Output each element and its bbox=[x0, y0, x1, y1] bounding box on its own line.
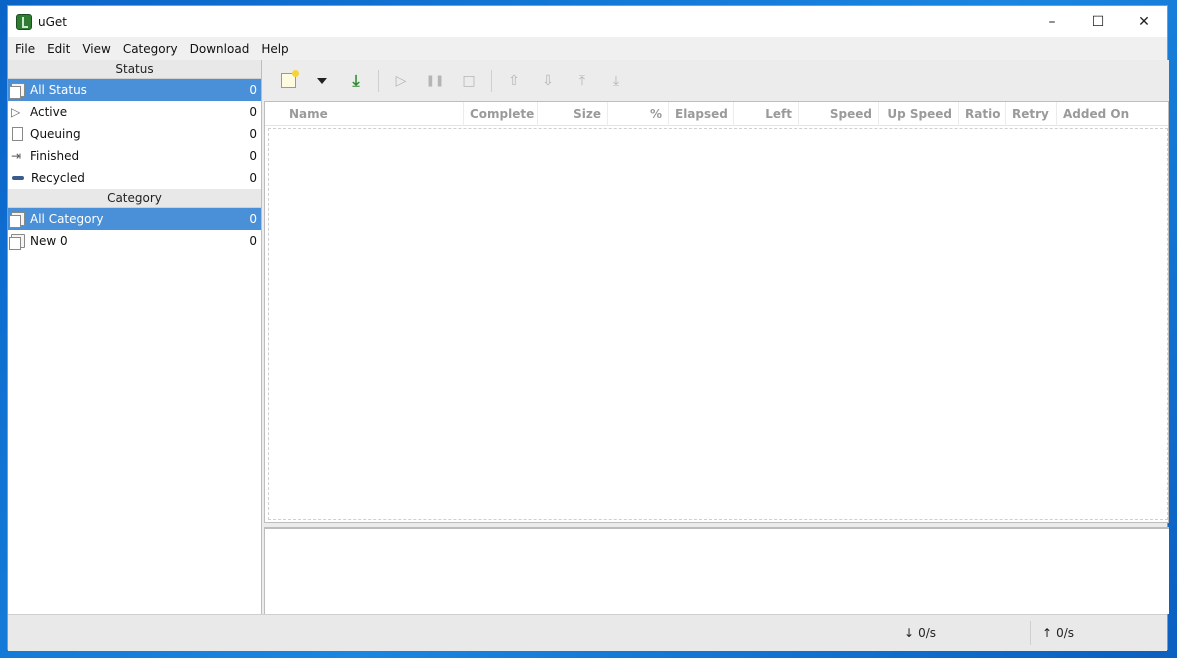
properties-button[interactable]: □ bbox=[455, 67, 483, 95]
status-item-label: All Status bbox=[30, 83, 87, 97]
toolbar-separator bbox=[491, 69, 492, 92]
status-item-recycled[interactable]: Recycled 0 bbox=[8, 167, 261, 189]
status-item-count: 0 bbox=[249, 83, 257, 97]
move-bottom-button[interactable]: ⤓ bbox=[602, 67, 630, 95]
menu-file[interactable]: File bbox=[9, 42, 41, 56]
status-item-queuing[interactable]: Queuing 0 bbox=[8, 123, 261, 145]
new-menu-dropdown-button[interactable] bbox=[308, 67, 336, 95]
download-speed-value: 0/s bbox=[918, 626, 936, 640]
app-window: uGet – ☐ ✕ File Edit View Category Downl… bbox=[7, 5, 1169, 651]
column-header-retry[interactable]: Retry bbox=[1006, 101, 1057, 126]
recycled-icon bbox=[12, 176, 24, 180]
active-icon: ▷ bbox=[11, 105, 21, 119]
column-header-added-on[interactable]: Added On bbox=[1057, 102, 1147, 126]
window-controls: – ☐ ✕ bbox=[1029, 6, 1167, 37]
upload-speed-value: 0/s bbox=[1056, 626, 1074, 640]
category-item-count: 0 bbox=[249, 234, 257, 248]
toolbar: ⤓ ▷ ❚❚ □ ⇧ ⇩ ⤒ ⤓ bbox=[264, 60, 1169, 101]
detail-panel bbox=[264, 527, 1169, 614]
status-separator bbox=[1030, 621, 1031, 645]
category-item-new-0[interactable]: New 0 0 bbox=[8, 230, 261, 252]
category-item-all[interactable]: All Category 0 bbox=[8, 208, 261, 230]
new-file-icon bbox=[280, 70, 299, 88]
start-button[interactable]: ▷ bbox=[387, 67, 415, 95]
list-header: Name Complete Size % Elapsed Left Speed … bbox=[265, 101, 1168, 126]
menu-download[interactable]: Download bbox=[184, 42, 256, 56]
column-header-complete[interactable]: Complete bbox=[464, 101, 538, 126]
pause-icon: ❚❚ bbox=[425, 74, 445, 87]
status-item-all[interactable]: All Status 0 bbox=[8, 79, 261, 101]
menu-bar: File Edit View Category Download Help bbox=[8, 37, 1167, 60]
download-speed: ↓ 0/s bbox=[904, 626, 936, 640]
move-to-bottom-icon: ⤓ bbox=[612, 72, 620, 89]
close-button[interactable]: ✕ bbox=[1121, 6, 1167, 37]
column-header-ratio[interactable]: Ratio bbox=[959, 101, 1006, 126]
title-bar: uGet – ☐ ✕ bbox=[8, 6, 1167, 37]
move-to-top-icon: ⤒ bbox=[578, 72, 586, 89]
column-header-elapsed[interactable]: Elapsed bbox=[669, 101, 734, 126]
status-item-label: Finished bbox=[30, 149, 80, 163]
new-download-button[interactable] bbox=[274, 67, 302, 95]
status-item-count: 0 bbox=[249, 149, 257, 163]
main-area: ⤓ ▷ ❚❚ □ ⇧ ⇩ ⤒ ⤓ Name Complete Size % El… bbox=[264, 60, 1169, 614]
status-section-header: Status bbox=[8, 60, 261, 79]
all-category-icon bbox=[9, 212, 25, 228]
menu-category[interactable]: Category bbox=[117, 42, 184, 56]
column-header-left[interactable]: Left bbox=[734, 101, 799, 126]
status-item-label: Recycled bbox=[31, 171, 85, 185]
move-up-button[interactable]: ⇧ bbox=[500, 67, 528, 95]
maximize-button[interactable]: ☐ bbox=[1075, 6, 1121, 37]
properties-icon: □ bbox=[462, 72, 476, 89]
menu-edit[interactable]: Edit bbox=[41, 42, 76, 56]
column-header-speed[interactable]: Speed bbox=[799, 101, 879, 126]
category-item-label: All Category bbox=[30, 212, 104, 226]
minimize-button[interactable]: – bbox=[1029, 6, 1075, 37]
move-down-button[interactable]: ⇩ bbox=[534, 67, 562, 95]
category-item-count: 0 bbox=[249, 212, 257, 226]
status-item-label: Queuing bbox=[30, 127, 81, 141]
column-header-size[interactable]: Size bbox=[538, 101, 608, 126]
status-item-count: 0 bbox=[249, 171, 257, 185]
column-header-percent[interactable]: % bbox=[608, 101, 669, 126]
upload-speed: ↑ 0/s bbox=[1042, 626, 1074, 640]
status-item-label: Active bbox=[30, 105, 68, 119]
column-header-name[interactable]: Name bbox=[283, 101, 464, 126]
status-item-count: 0 bbox=[249, 127, 257, 141]
category-item-label: New 0 bbox=[30, 234, 68, 248]
queuing-icon bbox=[12, 127, 23, 141]
list-body[interactable] bbox=[268, 128, 1168, 520]
arrow-up-icon: ⇧ bbox=[508, 72, 520, 89]
pause-button[interactable]: ❚❚ bbox=[421, 67, 449, 95]
all-status-icon bbox=[9, 83, 25, 99]
finished-icon: ⇥ bbox=[11, 149, 22, 163]
status-bar: ↓ 0/s ↑ 0/s bbox=[8, 614, 1167, 651]
play-icon: ▷ bbox=[395, 72, 407, 89]
arrow-down-icon: ⇩ bbox=[542, 72, 554, 89]
download-list[interactable]: Name Complete Size % Elapsed Left Speed … bbox=[264, 101, 1169, 523]
menu-view[interactable]: View bbox=[76, 42, 116, 56]
sidebar: Status All Status 0 ▷ Active 0 Queuing 0… bbox=[8, 60, 262, 614]
download-icon: ⤓ bbox=[352, 70, 360, 90]
status-item-active[interactable]: ▷ Active 0 bbox=[8, 101, 261, 123]
uget-logo-icon bbox=[16, 13, 32, 30]
column-header-up-speed[interactable]: Up Speed bbox=[879, 101, 959, 126]
status-item-finished[interactable]: ⇥ Finished 0 bbox=[8, 145, 261, 167]
save-download-button[interactable]: ⤓ bbox=[342, 67, 370, 95]
chevron-down-icon bbox=[317, 77, 327, 84]
move-top-button[interactable]: ⤒ bbox=[568, 67, 596, 95]
window-title: uGet bbox=[38, 14, 67, 29]
menu-help[interactable]: Help bbox=[255, 42, 294, 56]
toolbar-separator bbox=[378, 69, 379, 92]
status-item-count: 0 bbox=[249, 105, 257, 119]
category-section-header: Category bbox=[8, 189, 261, 208]
category-icon bbox=[9, 234, 25, 250]
arrow-down-icon: ↓ bbox=[904, 626, 915, 640]
arrow-up-icon: ↑ bbox=[1042, 626, 1053, 640]
